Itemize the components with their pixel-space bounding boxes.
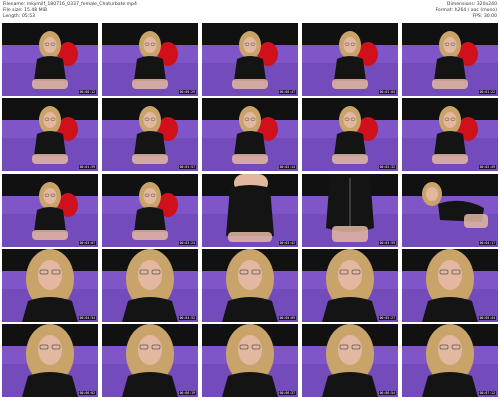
- thumbnail-frame-image: [102, 173, 198, 247]
- timestamp-label: 00:02:32: [378, 165, 396, 170]
- file-info-left: Filename: mkymilf_180716_0337_female_Cha…: [3, 2, 137, 21]
- thumbnail-frame-image: [302, 173, 398, 247]
- file-info-right: Dimensions: 320x240 Format: h264 / aac (…: [435, 2, 497, 21]
- video-thumbnail[interactable]: 00:03:42: [202, 173, 298, 247]
- video-thumbnail[interactable]: 00:06:37: [202, 324, 298, 397]
- video-thumbnail[interactable]: 00:04:52: [102, 248, 198, 322]
- thumbnail-frame-image: [2, 23, 98, 96]
- video-thumbnail[interactable]: 00:03:07: [2, 173, 98, 247]
- sheet-header: Filename: mkymilf_180716_0337_female_Cha…: [0, 0, 500, 22]
- thumbnail-frame-image: [402, 173, 498, 247]
- timestamp-label: 00:01:57: [178, 165, 196, 170]
- video-thumbnail[interactable]: 00:01:39: [2, 98, 98, 172]
- video-thumbnail[interactable]: 00:04:34: [2, 248, 98, 322]
- video-thumbnail[interactable]: 00:04:17: [402, 173, 498, 247]
- video-thumbnail[interactable]: 00:00:29: [102, 23, 198, 96]
- timestamp-label: 00:04:34: [78, 315, 96, 320]
- timestamp-label: 00:00:12: [78, 90, 96, 94]
- video-thumbnail[interactable]: 00:02:49: [402, 98, 498, 172]
- fps-text: FPS: 30.00: [472, 14, 498, 20]
- timestamp-label: 00:01:22: [478, 90, 496, 94]
- timestamp-label: 00:04:52: [178, 315, 196, 320]
- thumbnail-frame-image: [2, 98, 98, 172]
- timestamp-label: 00:05:09: [278, 315, 296, 320]
- thumbnail-frame-image: [102, 248, 198, 322]
- thumbnail-frame-image: [302, 23, 398, 96]
- thumbnail-frame-image: [202, 98, 298, 172]
- timestamp-label: 00:05:27: [378, 315, 396, 320]
- timestamp-label: 00:03:42: [278, 240, 296, 245]
- video-thumbnail[interactable]: 00:05:09: [202, 248, 298, 322]
- video-thumbnail[interactable]: 00:03:59: [302, 173, 398, 247]
- timestamp-label: 00:06:54: [378, 391, 396, 395]
- timestamp-label: 00:03:07: [78, 240, 96, 245]
- thumbnail-frame-image: [402, 324, 498, 397]
- video-thumbnail[interactable]: 00:06:54: [302, 324, 398, 397]
- video-thumbnail[interactable]: 00:05:27: [302, 248, 398, 322]
- thumbnail-frame-image: [102, 324, 198, 397]
- timestamp-label: 00:02:14: [278, 165, 296, 170]
- video-thumbnail[interactable]: 00:06:19: [102, 324, 198, 397]
- thumbnail-frame-image: [2, 324, 98, 397]
- thumbnail-frame-image: [402, 98, 498, 172]
- video-thumbnail[interactable]: 00:00:47: [202, 23, 298, 96]
- thumbnail-frame-image: [202, 248, 298, 322]
- video-thumbnail[interactable]: 00:01:57: [102, 98, 198, 172]
- thumbnail-frame-image: [302, 248, 398, 322]
- thumbnail-frame-image: [2, 248, 98, 322]
- video-thumbnail[interactable]: 00:01:04: [302, 23, 398, 96]
- thumbnail-frame-image: [202, 173, 298, 247]
- timestamp-label: 00:06:02: [78, 391, 96, 395]
- timestamp-label: 00:00:29: [178, 90, 196, 94]
- video-thumbnail[interactable]: 00:02:32: [302, 98, 398, 172]
- thumbnail-grid: 00:00:12 00:00:29 00:00:47 00:01:04 00:01:22…: [2, 23, 498, 397]
- video-thumbnail[interactable]: 00:07:12: [402, 324, 498, 397]
- video-thumbnail[interactable]: 00:06:02: [2, 324, 98, 397]
- timestamp-label: 00:03:59: [378, 240, 396, 245]
- video-thumbnail[interactable]: 00:03:24: [102, 173, 198, 247]
- thumbnail-frame-image: [102, 23, 198, 96]
- thumbnail-frame-image: [202, 324, 298, 397]
- timestamp-label: 00:01:39: [78, 165, 96, 170]
- thumbnail-frame-image: [202, 23, 298, 96]
- timestamp-label: 00:07:12: [478, 391, 496, 395]
- video-thumbnail[interactable]: 00:00:12: [2, 23, 98, 96]
- video-thumbnail[interactable]: 00:05:44: [402, 248, 498, 322]
- thumbnail-frame-image: [2, 173, 98, 247]
- timestamp-label: 00:04:17: [478, 240, 496, 245]
- video-thumbnail[interactable]: 00:01:22: [402, 23, 498, 96]
- thumbnail-frame-image: [402, 23, 498, 96]
- timestamp-label: 00:00:47: [278, 90, 296, 94]
- timestamp-label: 00:02:49: [478, 165, 496, 170]
- thumbnail-frame-image: [102, 98, 198, 172]
- video-thumbnail[interactable]: 00:02:14: [202, 98, 298, 172]
- thumbnail-frame-image: [302, 324, 398, 397]
- length-text: Length: 05:53: [3, 14, 36, 20]
- timestamp-label: 00:06:37: [278, 391, 296, 395]
- timestamp-label: 00:03:24: [178, 240, 196, 245]
- timestamp-label: 00:06:19: [178, 391, 196, 395]
- thumbnail-frame-image: [402, 248, 498, 322]
- timestamp-label: 00:01:04: [378, 90, 396, 94]
- timestamp-label: 00:05:44: [478, 315, 496, 320]
- thumbnail-frame-image: [302, 98, 398, 172]
